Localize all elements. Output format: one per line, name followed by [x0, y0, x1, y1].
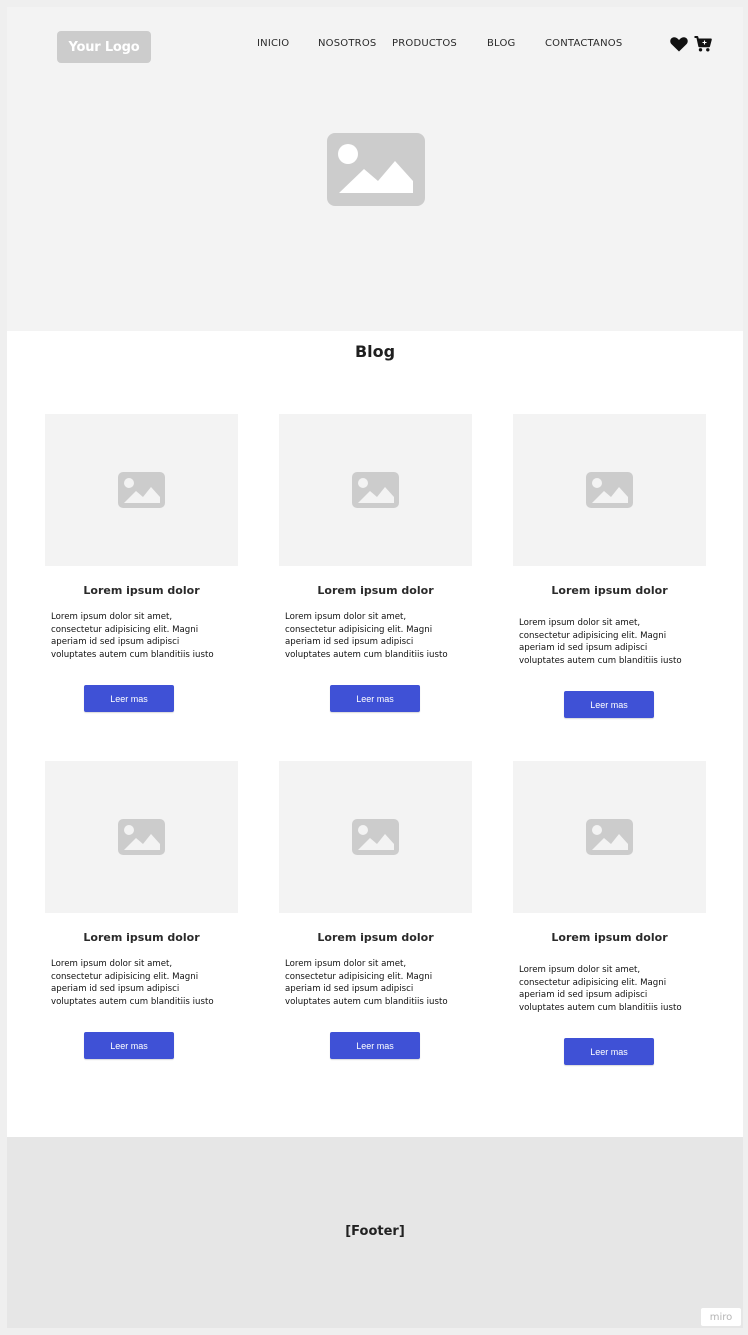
image-placeholder-icon	[586, 819, 633, 855]
cart-icon[interactable]	[693, 34, 713, 54]
card-image	[513, 414, 706, 566]
card-image	[513, 761, 706, 913]
watermark-badge: miro	[701, 1308, 741, 1326]
read-more-button[interactable]: Leer mas	[330, 1032, 420, 1059]
card-excerpt: Lorem ipsum dolor sit amet, consectetur a…	[51, 612, 214, 660]
card-image	[45, 414, 238, 566]
logo[interactable]: Your Logo	[57, 31, 151, 63]
footer: [Footer] miro	[7, 1137, 743, 1328]
card-title: Lorem ipsum dolor	[83, 931, 200, 944]
nav-item-blog[interactable]: BLOG	[487, 38, 516, 49]
image-placeholder-icon	[586, 472, 633, 508]
read-more-button[interactable]: Leer mas	[84, 685, 174, 712]
card-title: Lorem ipsum dolor	[551, 931, 668, 944]
image-placeholder-icon	[352, 819, 399, 855]
card-title: Lorem ipsum dolor	[551, 584, 668, 597]
card-excerpt: Lorem ipsum dolor sit amet, consectetur a…	[51, 959, 214, 1007]
card-title: Lorem ipsum dolor	[83, 584, 200, 597]
card-excerpt: Lorem ipsum dolor sit amet, consectetur a…	[519, 618, 682, 666]
hero-section: Your Logo INICIO NOSOTROS PRODUCTOS BLOG…	[7, 7, 743, 331]
card-image	[279, 761, 472, 913]
image-placeholder-icon	[118, 472, 165, 508]
nav-item-contactanos[interactable]: CONTACTANOS	[545, 38, 622, 49]
page-title: Blog	[354, 342, 396, 361]
card-excerpt: Lorem ipsum dolor sit amet, consectetur a…	[285, 612, 448, 660]
page: Your Logo INICIO NOSOTROS PRODUCTOS BLOG…	[7, 7, 743, 1328]
footer-label: [Footer]	[345, 1224, 405, 1239]
card-title: Lorem ipsum dolor	[317, 584, 434, 597]
card-title: Lorem ipsum dolor	[317, 931, 434, 944]
card-image	[45, 761, 238, 913]
card-excerpt: Lorem ipsum dolor sit amet, consectetur a…	[285, 959, 448, 1007]
nav-item-nosotros[interactable]: NOSOTROS	[318, 38, 376, 49]
read-more-button[interactable]: Leer mas	[564, 691, 654, 718]
image-placeholder-icon	[118, 819, 165, 855]
hero-image-placeholder-icon	[327, 133, 425, 206]
read-more-button[interactable]: Leer mas	[84, 1032, 174, 1059]
card-image	[279, 414, 472, 566]
heart-icon[interactable]	[669, 34, 689, 54]
nav-item-productos[interactable]: PRODUCTOS	[392, 38, 457, 49]
nav-item-inicio[interactable]: INICIO	[257, 38, 289, 49]
read-more-button[interactable]: Leer mas	[564, 1038, 654, 1065]
card-excerpt: Lorem ipsum dolor sit amet, consectetur a…	[519, 965, 682, 1013]
read-more-button[interactable]: Leer mas	[330, 685, 420, 712]
image-placeholder-icon	[352, 472, 399, 508]
